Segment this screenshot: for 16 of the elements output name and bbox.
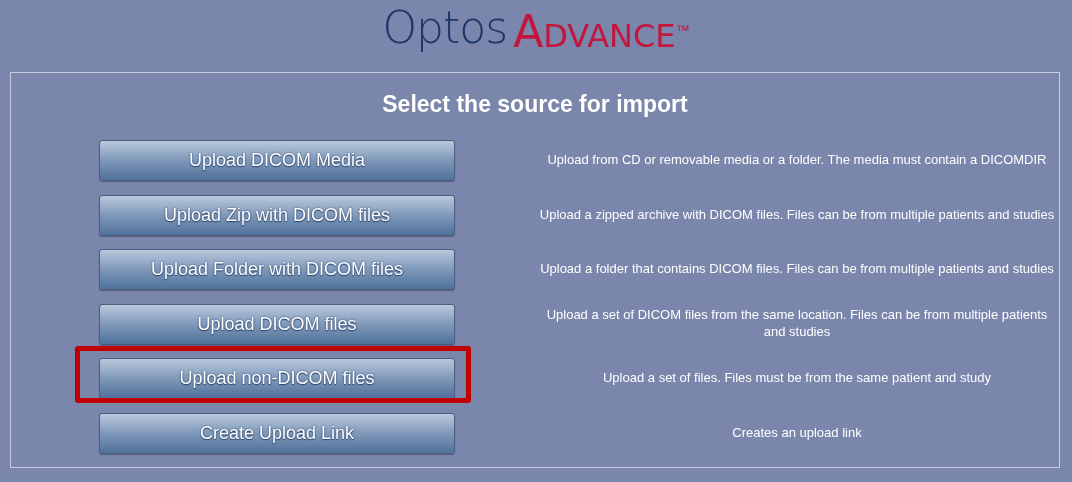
panel-title: Select the source for import	[381, 90, 689, 119]
source-description: Upload from CD or removable media or a folder. The media must contain a DICOMDIR	[546, 152, 1048, 170]
source-button[interactable]: Upload Zip with DICOM files	[99, 194, 455, 236]
source-description: Upload a set of files. Files must be from the same patient and study	[602, 370, 992, 388]
source-button[interactable]: Upload DICOM Media	[99, 140, 455, 182]
trademark: ™	[675, 21, 690, 40]
logo-brand: Optos	[382, 6, 508, 50]
logo-product: ADVANCE	[513, 10, 676, 54]
source-description: Creates an upload link	[731, 424, 863, 442]
source-description: Upload a folder that contains DICOM files. Files can be from multiple patients and studies	[539, 261, 1055, 279]
source-button[interactable]: Upload non-DICOM files	[99, 358, 455, 400]
source-button[interactable]: Upload Folder with DICOM files	[99, 249, 455, 291]
source-button[interactable]: Upload DICOM files	[99, 303, 455, 345]
source-button[interactable]: Create Upload Link	[99, 412, 455, 454]
source-description: Upload a set of DICOM files from the same location. Files can be from multiple patients and studies	[545, 307, 1049, 342]
source-description: Upload a zipped archive with DICOM files. Files can be from multiple patients and studies	[538, 206, 1056, 224]
